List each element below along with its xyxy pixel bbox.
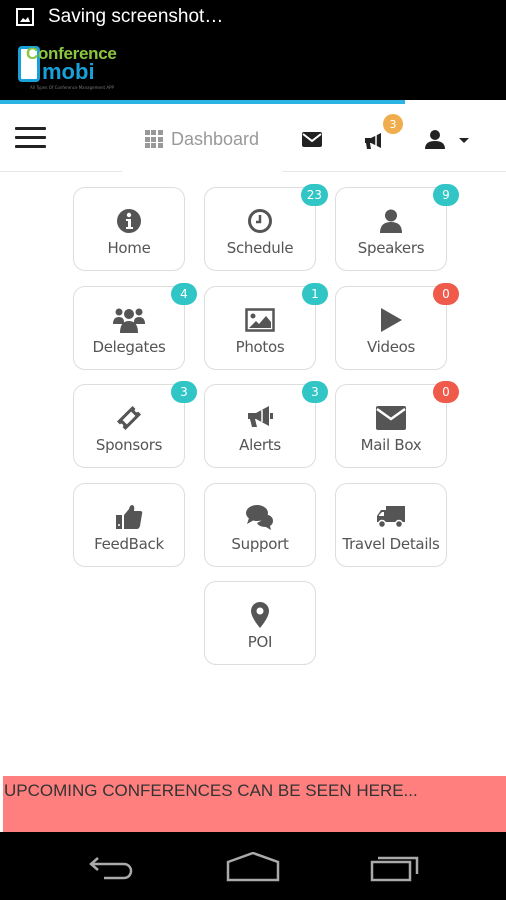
app-content: Dashboard 3 Home Schedule 23 Speakers 9 Deleg… [0, 104, 506, 832]
hamburger-icon[interactable] [15, 127, 46, 149]
thumbs-up-icon [115, 503, 143, 531]
envelope-icon[interactable] [302, 132, 322, 147]
count-badge: 3 [171, 381, 197, 403]
caret-down-icon[interactable] [459, 138, 469, 143]
users-icon [113, 306, 145, 334]
tile-label: Schedule [226, 239, 294, 257]
envelope-icon [376, 404, 406, 432]
grid-icon [144, 130, 163, 148]
tile-label: Home [107, 239, 151, 257]
user-icon[interactable] [424, 129, 446, 153]
tile-videos[interactable]: Videos 0 [335, 282, 459, 370]
count-badge: 3 [302, 381, 328, 403]
tile-alerts[interactable]: Alerts 3 [204, 381, 328, 468]
tile-photos[interactable]: Photos 1 [204, 282, 328, 370]
tile-sponsors[interactable]: Sponsors 3 [73, 381, 197, 468]
count-badge: 4 [171, 282, 197, 305]
image-icon [16, 8, 34, 26]
tile-schedule[interactable]: Schedule 23 [204, 184, 328, 271]
tile-label: POI [247, 633, 273, 651]
top-navbar: Dashboard 3 [0, 104, 506, 174]
play-icon [378, 306, 404, 334]
map-marker-icon [250, 601, 270, 629]
tile-feedback[interactable]: FeedBack [73, 482, 185, 567]
alerts-count-badge: 3 [383, 114, 403, 134]
tile-label: Alerts [239, 436, 281, 454]
ticket-icon [115, 404, 143, 432]
count-badge: 0 [433, 282, 459, 305]
megaphone-icon[interactable] [363, 132, 385, 154]
tile-label: Photos [235, 337, 285, 356]
tile-poi[interactable]: POI [204, 581, 316, 665]
tile-support[interactable]: Support [204, 482, 316, 567]
home-icon[interactable] [226, 851, 280, 886]
recents-icon[interactable] [370, 854, 420, 886]
count-badge: 9 [433, 184, 459, 206]
info-circle-icon [116, 207, 142, 235]
logo-tagline: All Types Of Conference Management APP [30, 85, 114, 90]
tile-label: Support [231, 534, 289, 553]
dashboard-tab[interactable]: Dashboard [122, 104, 282, 174]
tile-label: Travel Details [342, 534, 440, 553]
tile-label: Delegates [92, 337, 166, 356]
count-badge: 23 [300, 184, 328, 206]
app-logo: Conference mobi All Types Of Conference … [16, 44, 136, 94]
truck-icon [376, 503, 406, 531]
dashboard-title: Dashboard [170, 128, 260, 149]
user-icon [378, 207, 404, 235]
tile-label: Videos [366, 337, 416, 356]
upcoming-conferences-banner[interactable]: UPCOMING CONFERENCES CAN BE SEEN HERE... [3, 776, 506, 832]
tile-speakers[interactable]: Speakers 9 [335, 184, 459, 271]
tile-label: Mail Box [360, 436, 422, 454]
tile-delegates[interactable]: Delegates 4 [73, 282, 197, 370]
picture-icon [245, 306, 275, 334]
tile-mail-box[interactable]: Mail Box 0 [335, 381, 459, 468]
status-bar: Saving screenshot… [0, 0, 506, 34]
tile-label: FeedBack [94, 534, 164, 553]
tile-home[interactable]: Home [73, 187, 185, 271]
count-badge: 1 [302, 282, 328, 305]
status-text: Saving screenshot… [48, 6, 224, 27]
back-icon[interactable] [88, 852, 136, 884]
tile-label: Sponsors [95, 436, 163, 454]
megaphone-icon [246, 404, 274, 432]
clock-icon [247, 207, 273, 235]
system-nav-bar [0, 832, 506, 900]
tile-travel-details[interactable]: Travel Details [335, 482, 447, 567]
logo-text-mobi: mobi [42, 59, 95, 84]
count-badge: 0 [433, 381, 459, 403]
tile-label: Speakers [357, 239, 425, 257]
logo-bar: Conference mobi All Types Of Conference … [0, 34, 506, 100]
comments-icon [245, 503, 275, 531]
